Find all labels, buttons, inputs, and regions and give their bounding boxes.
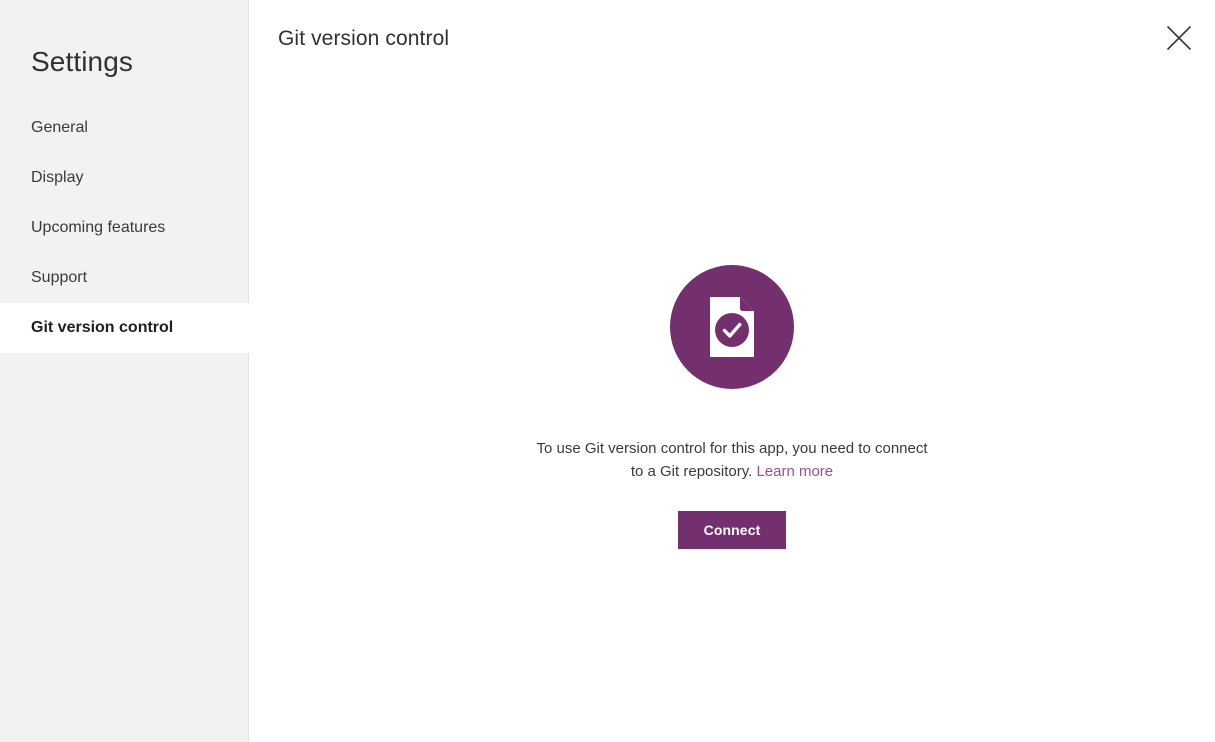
empty-state-message-text: To use Git version control for this app,…	[536, 440, 928, 480]
connect-button[interactable]: Connect	[678, 511, 786, 549]
learn-more-link[interactable]: Learn more	[756, 463, 833, 480]
sidebar-item-upcoming-features[interactable]: Upcoming features	[0, 203, 249, 253]
page-title: Git version control	[278, 27, 450, 50]
sidebar-item-git-version-control[interactable]: Git version control	[0, 303, 249, 353]
sidebar-item-label: General	[31, 119, 88, 136]
sidebar-item-label: Upcoming features	[31, 219, 166, 236]
settings-dialog: Settings General Display Upcoming featur…	[0, 0, 1215, 742]
sidebar-item-display[interactable]: Display	[0, 153, 249, 203]
settings-content-panel: Git version control To use Git version c…	[249, 0, 1215, 742]
document-check-circle-icon	[670, 265, 794, 389]
sidebar-title: Settings	[31, 46, 133, 77]
close-icon	[1166, 25, 1192, 51]
sidebar-item-general[interactable]: General	[0, 103, 249, 153]
settings-sidebar: Settings General Display Upcoming featur…	[0, 0, 249, 742]
git-empty-state: To use Git version control for this app,…	[249, 265, 1215, 549]
sidebar-item-label: Git version control	[31, 319, 174, 336]
sidebar-item-label: Display	[31, 169, 84, 186]
close-button[interactable]	[1159, 18, 1199, 58]
sidebar-item-label: Support	[31, 269, 88, 286]
sidebar-item-support[interactable]: Support	[0, 253, 249, 303]
settings-nav-list: General Display Upcoming features Suppor…	[0, 103, 249, 353]
document-check-icon-glyph	[710, 297, 754, 357]
empty-state-message: To use Git version control for this app,…	[532, 437, 932, 483]
